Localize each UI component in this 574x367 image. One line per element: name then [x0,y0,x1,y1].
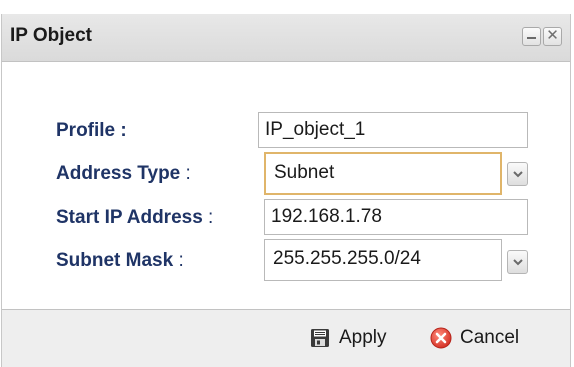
start-ip-label: Start IP Address : [56,207,213,229]
close-button[interactable]: ✕ [543,27,562,46]
apply-button[interactable]: Apply [309,324,387,352]
address-type-label-colon: : [180,163,191,184]
subnet-mask-dropdown-button[interactable] [507,250,528,274]
address-type-select[interactable]: Subnet [264,152,502,195]
apply-label: Apply [339,327,387,348]
cancel-icon [430,327,452,349]
chevron-down-icon [513,171,523,178]
subnet-mask-label: Subnet Mask : [56,250,184,272]
cancel-label: Cancel [460,327,520,348]
chevron-down-icon [513,259,523,266]
dialog-titlebar: IP Object ✕ [2,14,570,62]
address-type-label: Address Type : [56,163,191,185]
dialog-title: IP Object [10,25,93,46]
profile-label: Profile : [56,120,127,141]
profile-input[interactable]: IP_object_1 [258,112,528,148]
address-type-label-text: Address Type [56,163,181,184]
close-icon: ✕ [546,27,559,44]
minimize-icon [527,37,536,39]
start-ip-label-colon: : [202,207,214,228]
minimize-button[interactable] [522,27,541,46]
subnet-mask-label-text: Subnet Mask [56,250,174,271]
subnet-mask-select[interactable]: 255.255.255.0/24 [264,239,502,281]
start-ip-label-text: Start IP Address [56,207,203,228]
address-type-dropdown-button[interactable] [507,162,528,186]
dialog-footer: Apply Cancel [2,309,570,367]
start-ip-input[interactable]: 192.168.1.78 [264,199,528,235]
cancel-button[interactable]: Cancel [430,324,519,352]
ip-object-dialog: IP Object ✕ Profile : IP_object_1 Addres… [1,14,571,367]
subnet-mask-label-colon: : [173,250,184,271]
save-icon [311,329,329,347]
